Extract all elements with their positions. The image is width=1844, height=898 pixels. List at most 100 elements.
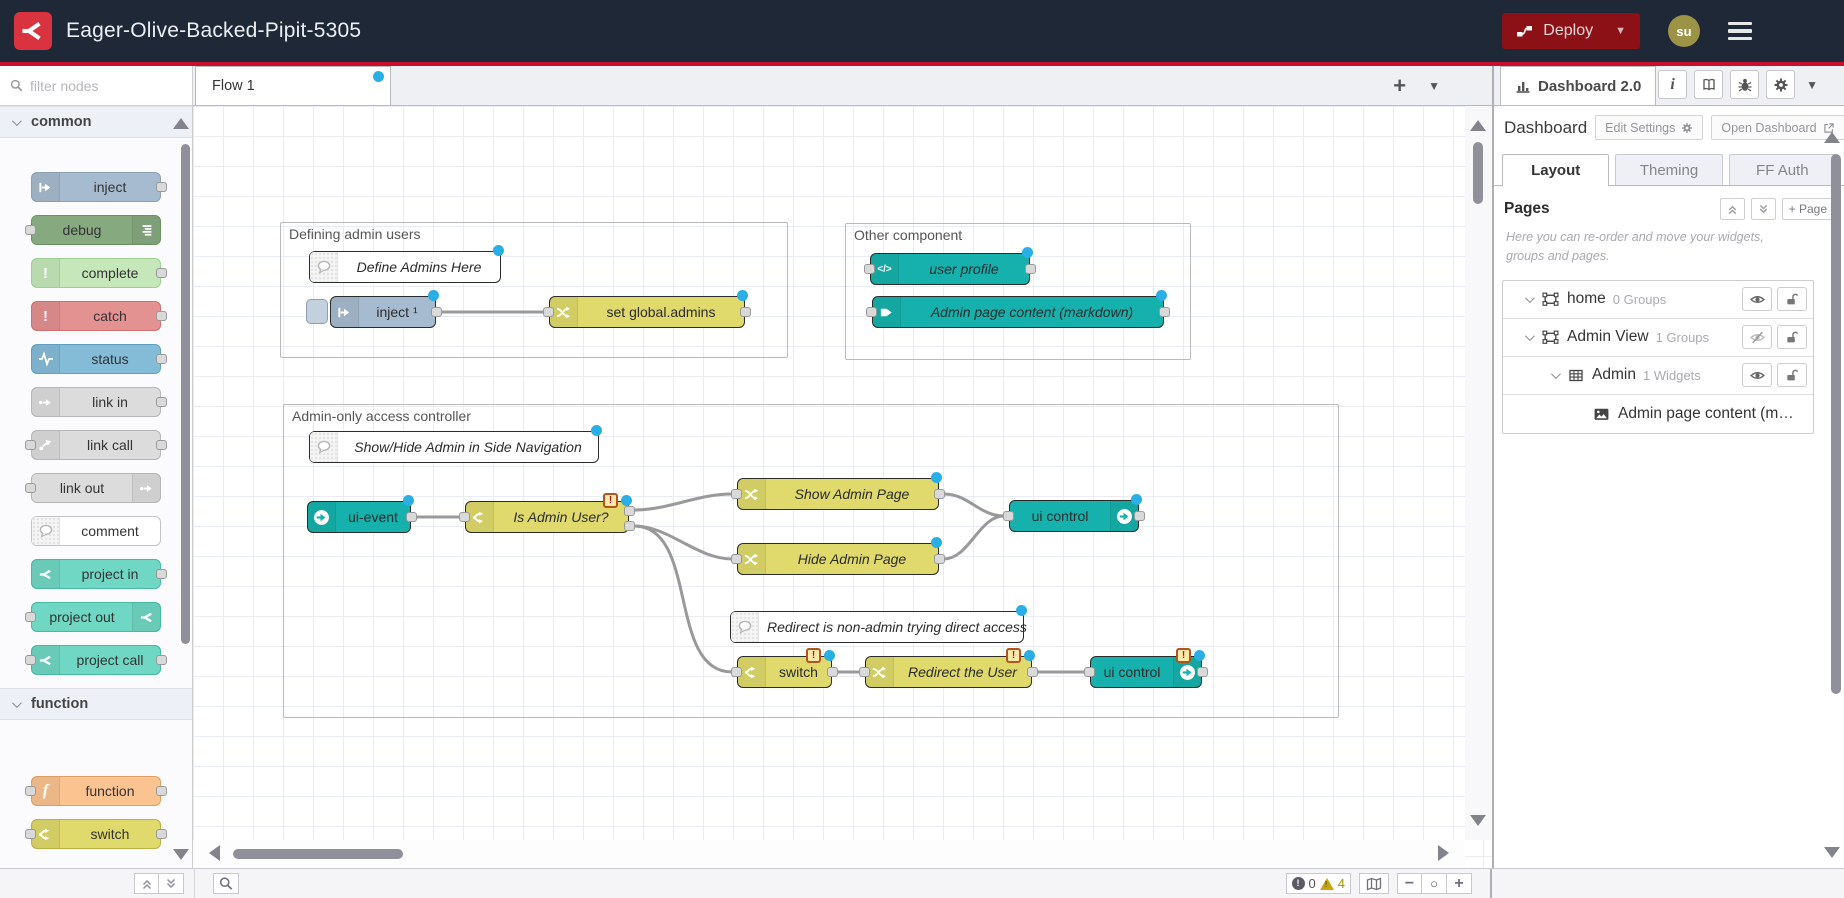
palette-node-link-in[interactable]: link in [31,387,161,417]
tree-row-home[interactable]: home 0 Groups [1503,281,1813,319]
output-port[interactable] [431,307,442,317]
output-port[interactable] [156,268,167,278]
canvas-vertical-scrollbar[interactable] [1473,142,1483,204]
palette-node-inject[interactable]: inject [31,172,161,202]
palette-node-complete[interactable]: ! complete [31,258,161,288]
expand-all-button[interactable] [1751,198,1776,220]
tab-flow-1[interactable]: Flow 1 [195,66,391,105]
output-port-2[interactable] [624,521,635,531]
palette-scroll-up-arrow[interactable] [173,118,189,129]
input-port[interactable] [25,483,36,493]
tab-dashboard-2[interactable]: Dashboard 2.0 [1500,66,1656,105]
input-port[interactable] [866,307,877,317]
input-port[interactable] [25,440,36,450]
scroll-right-arrow[interactable] [1438,845,1449,861]
debug-bug-button[interactable] [1730,70,1759,99]
palette-collapse-all-button[interactable] [134,873,159,894]
palette-scrollbar[interactable] [181,144,190,644]
inject-trigger-button[interactable] [306,299,328,324]
output-port[interactable] [156,311,167,321]
palette-category-function[interactable]: function [0,688,192,720]
palette-node-project-in[interactable]: project in [31,559,161,589]
deploy-options-caret-icon[interactable]: ▼ [1615,25,1626,37]
node-ui-control-2[interactable]: ui control ! [1090,656,1202,688]
palette-scroll-down-arrow[interactable] [173,849,189,860]
chevron-down-icon[interactable] [1551,369,1561,379]
palette-node-link-out[interactable]: link out [31,473,161,503]
output-port[interactable] [156,829,167,839]
scroll-up-arrow[interactable] [1470,120,1486,131]
input-port[interactable] [731,554,742,564]
input-port[interactable] [25,655,36,665]
node-redirect-the-user[interactable]: Redirect the User ! [865,656,1032,688]
node-set-global-admins[interactable]: set global.admins [549,296,745,328]
palette-node-status[interactable]: status [31,344,161,374]
node-comment-redirect[interactable]: Redirect is non-admin trying direct acce… [730,611,1024,643]
scroll-down-arrow[interactable] [1470,815,1486,826]
node-ui-event[interactable]: ui-event [307,501,411,533]
node-hide-admin-page[interactable]: Hide Admin Page [737,543,939,575]
palette-node-catch[interactable]: ! catch [31,301,161,331]
output-port[interactable] [156,397,167,407]
input-port[interactable] [459,512,470,522]
visibility-eye-slash-button[interactable] [1742,325,1772,349]
input-port[interactable] [731,667,742,677]
tree-row-admin-page-content-widget[interactable]: Admin page content (m… [1503,395,1813,433]
output-port[interactable] [827,667,838,677]
node-inject[interactable]: inject ¹ [330,296,436,328]
group-other-component[interactable]: Other component [845,223,1191,360]
node-comment-show-hide-admin[interactable]: Show/Hide Admin in Side Navigation [309,431,599,463]
lock-open-button[interactable] [1777,325,1807,349]
input-port[interactable] [859,667,870,677]
node-show-admin-page[interactable]: Show Admin Page [737,478,939,510]
group-defining-admin-users[interactable]: Defining admin users [280,222,788,358]
input-port[interactable] [25,829,36,839]
palette-node-function[interactable]: f function [31,776,161,806]
output-port[interactable] [934,489,945,499]
palette-node-comment[interactable]: comment [31,516,161,546]
sidebar-scroll-up-arrow[interactable] [1824,132,1840,143]
palette-expand-all-button[interactable] [159,873,184,894]
sidebar-scrollbar[interactable] [1831,154,1841,694]
sidebar-options-caret-icon[interactable]: ▼ [1806,78,1818,92]
lock-open-button[interactable] [1777,363,1807,387]
main-menu-button[interactable] [1728,18,1752,45]
output-port[interactable] [406,512,417,522]
output-port[interactable] [1134,511,1145,521]
input-port[interactable] [864,264,875,274]
zoom-out-button[interactable]: − [1397,873,1422,894]
chevron-down-icon[interactable] [1525,331,1535,341]
input-port[interactable] [25,612,36,622]
sidebar-scroll-down-arrow[interactable] [1824,847,1840,858]
canvas-horizontal-scroll-area[interactable] [193,840,1465,868]
output-port[interactable] [156,786,167,796]
output-port[interactable] [156,182,167,192]
node-user-profile[interactable]: </> user profile [870,253,1030,285]
chevron-down-icon[interactable] [1525,293,1535,303]
input-port[interactable] [1003,511,1014,521]
output-port[interactable] [156,440,167,450]
palette-node-project-out[interactable]: project out [31,602,161,632]
palette-search[interactable] [0,66,192,106]
deploy-button[interactable]: Deploy ▼ [1502,13,1640,49]
palette-node-project-call[interactable]: project call [31,645,161,675]
scroll-left-arrow[interactable] [209,845,220,861]
palette-node-switch[interactable]: switch [31,819,161,849]
notifications-counter[interactable]: ! 0 ! 4 [1286,873,1351,894]
edit-settings-button[interactable]: Edit Settings [1595,115,1703,140]
output-port[interactable] [934,554,945,564]
user-avatar[interactable]: su [1668,15,1700,47]
output-port[interactable] [1159,307,1170,317]
lock-open-button[interactable] [1777,287,1807,311]
output-port[interactable] [156,354,167,364]
palette-node-link-call[interactable]: link call [31,430,161,460]
input-port[interactable] [731,489,742,499]
input-port[interactable] [25,786,36,796]
tab-layout[interactable]: Layout [1502,154,1609,186]
palette-category-common[interactable]: common [0,106,192,138]
input-port[interactable] [25,225,36,235]
input-port[interactable] [543,307,554,317]
tab-ff-auth[interactable]: FF Auth [1729,154,1836,185]
minimap-toggle-button[interactable] [1359,873,1389,894]
flow-list-caret-icon[interactable]: ▼ [1428,79,1440,93]
